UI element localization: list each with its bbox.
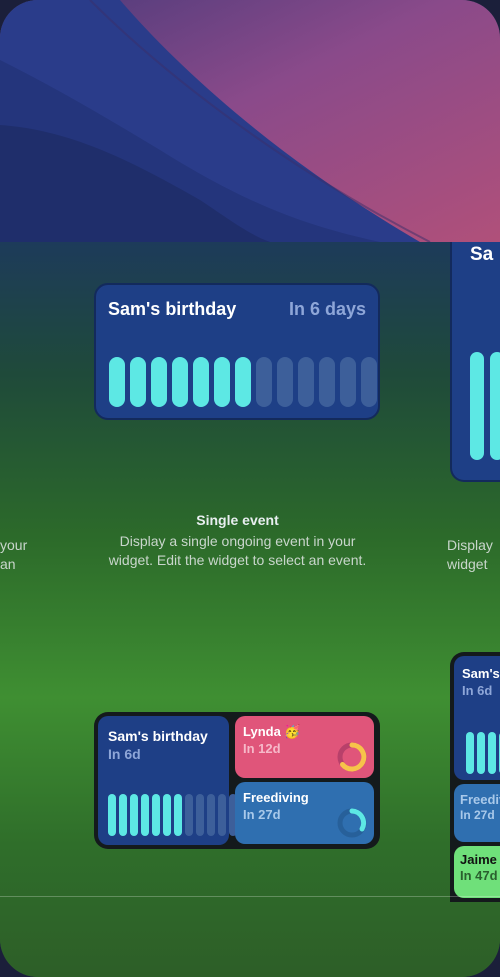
event-card-countdown: In 27d xyxy=(243,807,281,822)
countdown-progress-bars xyxy=(466,732,500,774)
progress-bar-segment xyxy=(488,732,496,774)
progress-bar-segment xyxy=(235,357,251,407)
event-card-freediving: Freediving In 27d xyxy=(235,782,374,844)
progress-bar-segment xyxy=(477,732,485,774)
event-card-title: Lynda 🥳 xyxy=(243,724,301,739)
event-card-title: Freediv xyxy=(460,792,500,807)
progress-bar-segment xyxy=(151,357,167,407)
progress-bar-segment xyxy=(193,357,209,407)
progress-bar-segment xyxy=(277,357,293,407)
progress-bar-segment xyxy=(174,794,182,836)
next-multi-widget-preview[interactable]: Sam's In 6d Freediv In 27d Jaime · In 47… xyxy=(450,652,500,902)
progress-bar xyxy=(470,352,484,460)
progress-bar-segment xyxy=(466,732,474,774)
multi-event-widget-preview[interactable]: Sam's birthday In 6d Lynda 🥳 In 12d Free… xyxy=(94,712,380,849)
progress-bar-segment xyxy=(214,357,230,407)
event-card-countdown: In 47d xyxy=(460,868,498,883)
progress-bar-segment xyxy=(108,794,116,836)
previous-description-line: your xyxy=(0,537,28,553)
event-card-title: Jaime · xyxy=(460,852,500,867)
progress-bar-segment xyxy=(218,794,226,836)
widget-description: Single event Display a single ongoing ev… xyxy=(100,512,375,570)
progress-bar-segment xyxy=(256,357,272,407)
progress-bar-segment xyxy=(361,357,377,407)
progress-bar-segment xyxy=(196,794,204,836)
progress-bar-segment xyxy=(298,357,314,407)
progress-bar-segment xyxy=(141,794,149,836)
wallpaper xyxy=(0,0,500,242)
progress-bar-segment xyxy=(340,357,356,407)
progress-bar-segment xyxy=(185,794,193,836)
main-event-title: Sam's xyxy=(462,666,500,681)
countdown-progress-bars xyxy=(109,357,377,407)
event-card-jaime: Jaime · In 47d xyxy=(454,846,500,898)
progress-ring-icon xyxy=(337,808,367,838)
event-card-countdown: In 12d xyxy=(243,741,281,756)
progress-bar-segment xyxy=(152,794,160,836)
screen-frame: Sam's birthday In 6 days Single event Di… xyxy=(0,0,500,977)
event-card-lynda: Lynda 🥳 In 12d xyxy=(235,716,374,778)
previous-widget-description: your an xyxy=(0,536,27,574)
progress-bar-segment xyxy=(207,794,215,836)
divider xyxy=(0,896,500,897)
event-card-title: Freediving xyxy=(243,790,309,805)
countdown-progress-bars xyxy=(108,794,248,836)
progress-bar-segment xyxy=(163,794,171,836)
progress-bar-segment xyxy=(130,357,146,407)
widget-description-body: Display a single ongoing event in your w… xyxy=(108,533,367,568)
progress-bar-segment xyxy=(130,794,138,836)
next-description-line: Display xyxy=(447,537,493,553)
main-event-tile: Sam's birthday In 6d xyxy=(98,716,248,845)
event-card-freediving: Freediv In 27d xyxy=(454,784,500,842)
event-card-countdown: In 27d xyxy=(460,808,495,822)
single-event-widget-preview[interactable]: Sam's birthday In 6 days xyxy=(94,283,380,420)
next-widget-title: Sa xyxy=(470,244,494,265)
main-event-tile: Sam's In 6d xyxy=(454,656,500,780)
next-widget-preview[interactable]: Sa xyxy=(450,242,500,482)
main-event-countdown: In 6d xyxy=(462,683,493,698)
event-title: Sam's birthday xyxy=(108,299,237,319)
progress-bar xyxy=(490,352,500,460)
next-description-line: widget xyxy=(447,556,488,572)
main-event-title: Sam's birthday xyxy=(108,728,208,744)
previous-description-line: an xyxy=(0,556,16,572)
progress-bar-segment xyxy=(172,357,188,407)
widget-description-title: Single event xyxy=(196,512,279,528)
progress-bar-segment xyxy=(119,794,127,836)
progress-bar-segment xyxy=(319,357,335,407)
next-widget-description: Display widget xyxy=(447,536,493,574)
event-countdown: In 6 days xyxy=(288,299,366,319)
main-event-countdown: In 6d xyxy=(108,746,141,762)
progress-ring-icon xyxy=(337,742,367,772)
progress-bar-segment xyxy=(109,357,125,407)
